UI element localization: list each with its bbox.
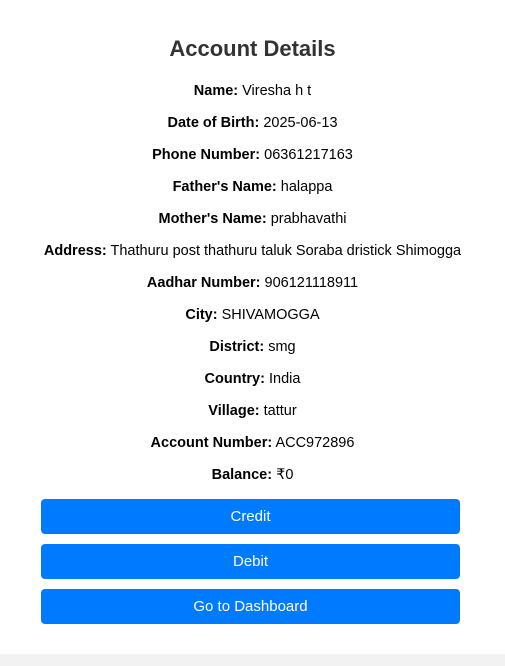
detail-label: Village: xyxy=(208,403,260,419)
detail-date-of-birth: Date of Birth: 2025-06-13 xyxy=(0,112,505,144)
detail-city: City: SHIVAMOGGA xyxy=(0,304,505,336)
detail-label: Phone Number: xyxy=(152,147,261,163)
detail-village: Village: tattur xyxy=(0,400,505,432)
detail-label: Date of Birth: xyxy=(167,115,260,131)
detail-value: 906121118911 xyxy=(264,275,359,291)
detail-address: Address: Thathuru post thathuru taluk So… xyxy=(0,240,505,272)
detail-label: District: xyxy=(209,339,265,355)
detail-phone-number: Phone Number: 06361217163 xyxy=(0,144,505,176)
detail-label: Father's Name: xyxy=(172,179,277,195)
detail-value: tattur xyxy=(263,403,297,419)
detail-label: Balance: xyxy=(211,467,273,483)
detail-value: ₹0 xyxy=(276,467,294,483)
detail-value: India xyxy=(269,371,301,387)
go-to-dashboard-button[interactable]: Go to Dashboard xyxy=(41,589,460,624)
detail-value: prabhavathi xyxy=(270,211,347,227)
detail-value: smg xyxy=(268,339,296,355)
detail-label: Account Number: xyxy=(150,435,273,451)
detail-country: Country: India xyxy=(0,368,505,400)
detail-label: Mother's Name: xyxy=(158,211,267,227)
detail-label: Address: xyxy=(43,243,107,259)
detail-fathers-name: Father's Name: halappa xyxy=(0,176,505,208)
detail-label: City: xyxy=(185,307,218,323)
detail-value: Thathuru post thathuru taluk Soraba dris… xyxy=(110,243,462,259)
detail-aadhar-number: Aadhar Number: 906121118911 xyxy=(0,272,505,304)
detail-label: Country: xyxy=(204,371,265,387)
detail-district: District: smg xyxy=(0,336,505,368)
detail-label: Name: xyxy=(193,83,239,99)
page-title: Account Details xyxy=(169,36,336,61)
detail-name: Name: Viresha h t xyxy=(0,80,505,112)
detail-value: 06361217163 xyxy=(264,147,353,163)
detail-account-number: Account Number: ACC972896 xyxy=(0,432,505,464)
detail-value: SHIVAMOGGA xyxy=(221,307,320,323)
detail-value: ACC972896 xyxy=(275,435,355,451)
detail-mothers-name: Mother's Name: prabhavathi xyxy=(0,208,505,240)
detail-value: halappa xyxy=(280,179,333,195)
debit-button[interactable]: Debit xyxy=(41,544,460,579)
account-details-list: Name: Viresha h t Date of Birth: 2025-06… xyxy=(0,80,505,496)
credit-button[interactable]: Credit xyxy=(41,499,460,534)
action-buttons: Credit Debit Go to Dashboard xyxy=(41,499,460,634)
detail-balance: Balance: ₹0 xyxy=(0,464,505,496)
detail-label: Aadhar Number: xyxy=(146,275,261,291)
detail-value: Viresha h t xyxy=(242,83,312,99)
account-details-card: Account Details Name: Viresha h t Date o… xyxy=(0,0,505,654)
detail-value: 2025-06-13 xyxy=(263,115,338,131)
